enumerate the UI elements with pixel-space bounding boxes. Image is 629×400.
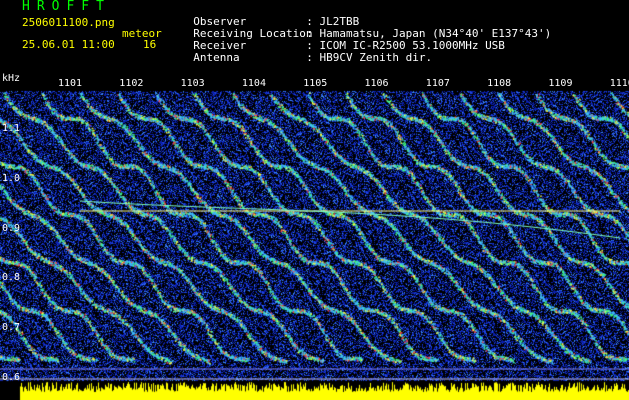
y-tick-label: 1.1 <box>2 123 21 134</box>
spectrogram-canvas <box>0 72 629 400</box>
y-tick-label: 0.9 <box>2 223 21 234</box>
date-time: 25.06.01 11:00 <box>22 38 115 51</box>
y-tick-label: 0.8 <box>2 272 21 283</box>
y-tick-label: 0.6 <box>2 372 21 383</box>
info-row-antenna: Antenna: HB9CV Zenith dir. <box>180 40 432 64</box>
y-tick-label: 1.0 <box>2 173 21 184</box>
file-name: 2506011100.png <box>22 16 115 29</box>
x-tick-label: 1102 <box>119 78 144 89</box>
info-sep: : <box>306 51 313 64</box>
y-tick-label: 0.7 <box>2 322 21 333</box>
x-tick-label: 1105 <box>303 78 328 89</box>
meteor-count: 16 <box>143 38 157 51</box>
app-title: HROFFT <box>22 0 111 14</box>
y-unit-label: kHz <box>2 73 21 84</box>
x-tick-label: 1108 <box>487 78 512 89</box>
x-tick-label: 1101 <box>58 78 83 89</box>
info-value: HB9CV Zenith dir. <box>319 51 433 64</box>
x-tick-label: 1103 <box>180 78 205 89</box>
x-tick-label: 1109 <box>548 78 573 89</box>
info-key: Antenna <box>193 51 240 64</box>
x-tick-label: 1110 <box>609 78 629 89</box>
x-tick-label: 1104 <box>241 78 266 89</box>
x-tick-label: 1106 <box>364 78 389 89</box>
x-tick-label: 1107 <box>425 78 450 89</box>
